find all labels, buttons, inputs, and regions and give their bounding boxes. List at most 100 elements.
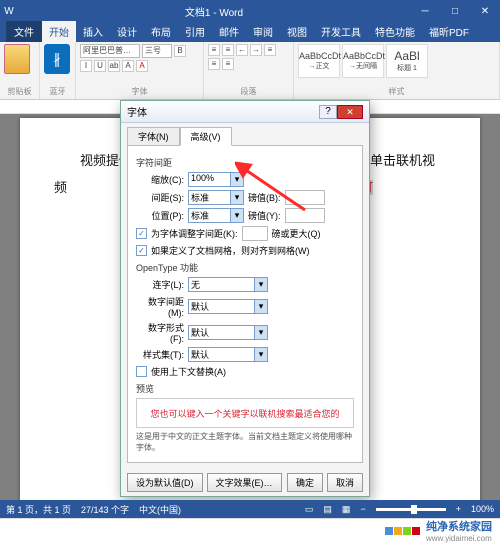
view-read-icon[interactable]: ▭ [305,504,314,515]
spacing-select[interactable]: 标准▾ [188,190,244,205]
window-maximize[interactable]: □ [440,6,470,17]
style-nospace[interactable]: AaBbCcDt→无间隔 [342,44,384,78]
bluetooth-icon[interactable]: ∦ [44,44,70,74]
cancel-button[interactable]: 取消 [327,473,363,492]
strike-button[interactable]: ab [108,60,120,72]
preview-box: 您也可以键入一个关键字以联机搜索最适合您的 [136,398,354,428]
style-heading1[interactable]: AaBl标题 1 [386,44,428,78]
bold-button[interactable]: B [174,45,186,57]
dropdown-icon[interactable]: ▾ [254,300,267,313]
dropdown-icon[interactable]: ▾ [230,191,243,204]
kerning-size-input[interactable] [242,226,268,241]
kerning-unit: 磅或更大(Q) [272,227,321,240]
preview-label: 预览 [136,382,354,395]
clipboard-label: 剪贴板 [4,86,35,97]
italic-button[interactable]: I [80,60,92,72]
word-app-icon: W [0,6,18,17]
spacing-amount-input[interactable] [285,190,325,205]
dropdown-icon[interactable]: ▾ [254,348,267,361]
dropdown-icon[interactable]: ▾ [230,173,243,186]
numform-select[interactable]: 默认▾ [188,325,268,340]
spacing-label: 间距(S): [136,191,184,204]
dialog-tab-advanced[interactable]: 高级(V) [180,127,232,146]
position-amount-input[interactable] [285,208,325,223]
zoom-out-button[interactable]: − [360,504,365,514]
align-center-button[interactable]: ≡ [208,58,220,70]
zoom-in-button[interactable]: + [456,504,461,514]
numbering-button[interactable]: ≡ [222,44,234,56]
watermark-logo-icon [403,527,420,535]
styleset-select[interactable]: 默认▾ [188,347,268,362]
spacing-amount-label: 磅值(B): [248,191,281,204]
dialog-help-button[interactable]: ? [319,105,337,119]
style-normal[interactable]: AaBbCcDt→正文 [298,44,340,78]
status-page[interactable]: 第 1 页，共 1 页 [6,503,71,516]
view-web-icon[interactable]: ▦ [342,504,351,515]
scale-label: 缩放(C): [136,173,184,186]
dropdown-icon[interactable]: ▾ [230,209,243,222]
context-alt-label: 使用上下文替换(A) [151,365,226,378]
scale-select[interactable]: 100%▾ [188,172,244,187]
tab-layout[interactable]: 布局 [144,21,178,42]
highlight-button[interactable]: A [122,60,134,72]
set-default-button[interactable]: 设为默认值(D) [127,473,203,492]
font-size-select[interactable]: 三号 [142,44,172,58]
bullets-button[interactable]: ≡ [208,44,220,56]
position-amount-label: 磅值(Y): [248,209,281,222]
tab-design[interactable]: 设计 [110,21,144,42]
indent-dec-button[interactable]: ← [236,44,248,56]
snap-grid-checkbox[interactable]: ✓ [136,245,147,256]
status-lang[interactable]: 中文(中国) [139,503,181,516]
zoom-slider[interactable] [376,508,446,511]
tab-references[interactable]: 引用 [178,21,212,42]
font-dialog: 字体 ? ✕ 字体(N) 高级(V) 字符间距 缩放(C): 100%▾ 间距(… [120,100,370,497]
dialog-tab-font[interactable]: 字体(N) [127,127,180,146]
numspacing-select[interactable]: 默认▾ [188,299,268,314]
dialog-hint: 这是用于中文的正文主题字体。当前文档主题定义将使用哪种字体。 [136,431,354,453]
dialog-close-button[interactable]: ✕ [337,105,363,119]
dropdown-icon[interactable]: ▾ [254,326,267,339]
tab-devtools[interactable]: 开发工具 [314,21,368,42]
watermark-logo-icon [385,527,402,535]
position-select[interactable]: 标准▾ [188,208,244,223]
ok-button[interactable]: 确定 [287,473,323,492]
view-print-icon[interactable]: ▤ [323,504,332,515]
kerning-label: 为字体调整字间距(K): [151,227,238,240]
ligatures-label: 连字(L): [136,278,184,291]
ligatures-select[interactable]: 无▾ [188,277,268,292]
indent-inc-button[interactable]: → [250,44,262,56]
tab-insert[interactable]: 插入 [76,21,110,42]
window-close[interactable]: ✕ [470,6,500,17]
watermark-text: 纯净系统家园 [426,518,492,534]
bluetooth-label: 蓝牙 [44,86,71,97]
kerning-checkbox[interactable]: ✓ [136,228,147,239]
watermark: 纯净系统家园 www.yidaimei.com [0,518,500,542]
align-right-button[interactable]: ≡ [222,58,234,70]
styles-label: 样式 [298,86,495,97]
tab-review[interactable]: 审阅 [246,21,280,42]
styleset-label: 样式集(T): [136,348,184,361]
tab-home[interactable]: 开始 [42,21,76,42]
window-minimize[interactable]: ─ [410,6,440,17]
context-alt-checkbox[interactable] [136,366,147,377]
tab-view[interactable]: 视图 [280,21,314,42]
position-label: 位置(P): [136,209,184,222]
tab-features[interactable]: 特色功能 [368,21,422,42]
dropdown-icon[interactable]: ▾ [254,278,267,291]
font-group-label: 字体 [80,86,199,97]
font-family-select[interactable]: 阿里巴巴普… [80,44,140,58]
paste-icon[interactable] [4,44,30,74]
font-color-button[interactable]: A [136,60,148,72]
underline-button[interactable]: U [94,60,106,72]
align-left-button[interactable]: ≡ [264,44,276,56]
dialog-title: 字体 [127,104,319,119]
tab-foxit[interactable]: 福昕PDF [422,21,476,42]
zoom-level[interactable]: 100% [471,504,494,514]
text-effects-button[interactable]: 文字效果(E)… [207,473,282,492]
status-words[interactable]: 27/143 个字 [81,503,129,516]
window-title: 文档1 - Word [18,4,410,19]
tab-mailings[interactable]: 邮件 [212,21,246,42]
snap-grid-label: 如果定义了文档网格，则对齐到网格(W) [151,244,310,257]
numspacing-label: 数字间距(M): [136,295,184,318]
file-menu[interactable]: 文件 [6,21,42,42]
